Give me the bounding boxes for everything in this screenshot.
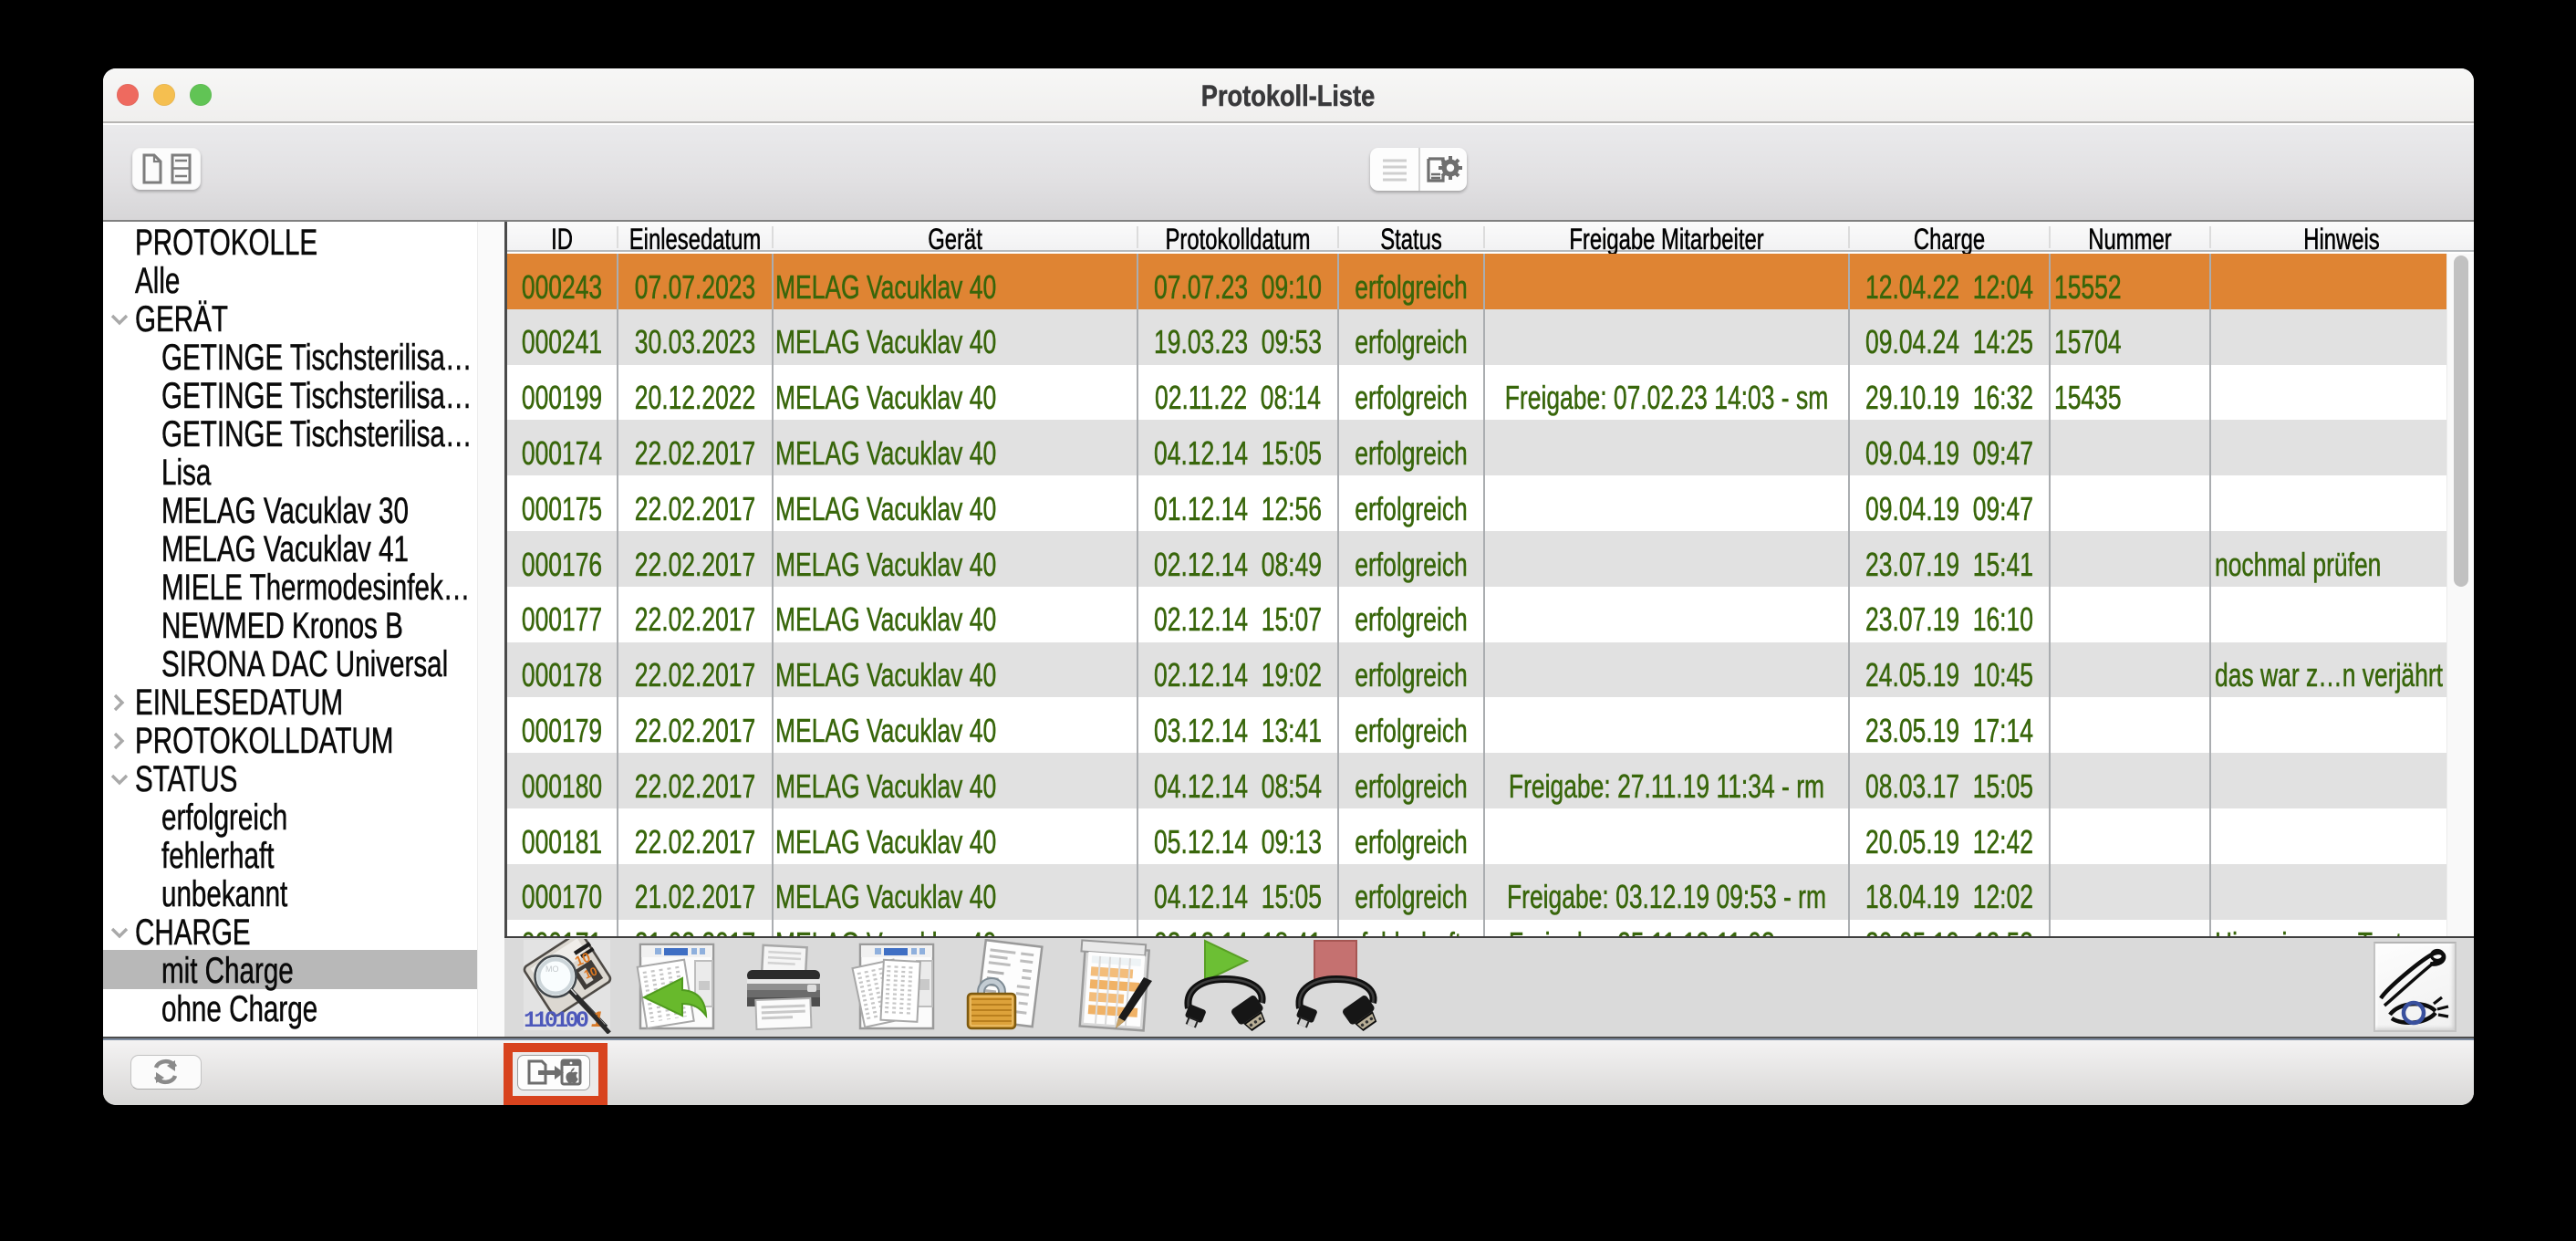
- svg-text:110100: 110100: [524, 1007, 589, 1034]
- svg-text:MO: MO: [545, 965, 559, 974]
